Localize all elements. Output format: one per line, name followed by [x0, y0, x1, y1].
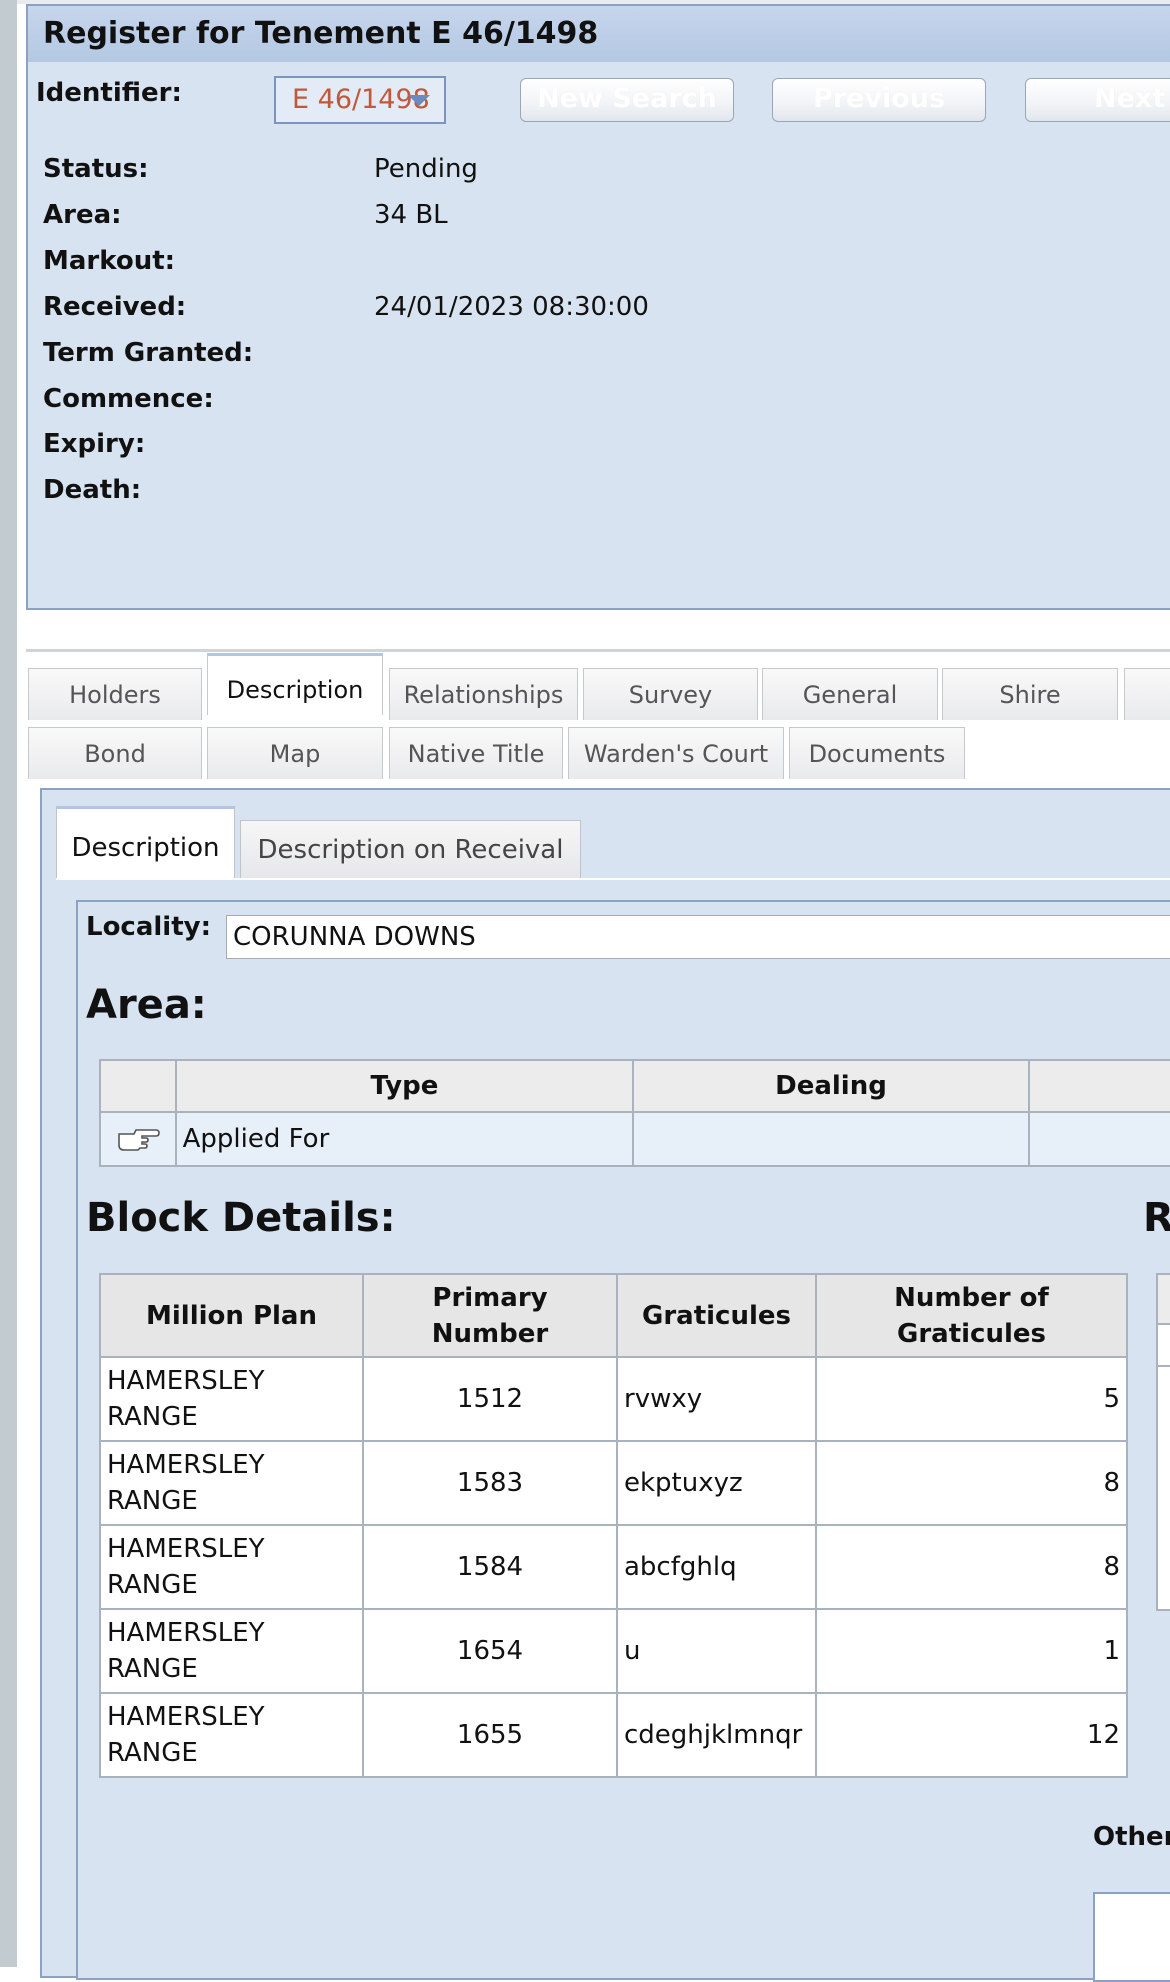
table-row[interactable]: Applied For [99, 1111, 1170, 1167]
status-label: Status: [43, 154, 149, 184]
next-button[interactable]: Next [1025, 78, 1170, 122]
table-row: HAMERSLEY RANGE 1583 ekptuxyz 8 [99, 1440, 1128, 1526]
markout-label: Markout: [43, 246, 176, 276]
primary-number-cell: 1655 [362, 1692, 618, 1778]
graticule-count-cell: 5 [815, 1356, 1128, 1442]
primary-number-header: Primary Number [362, 1273, 618, 1358]
number-of-graticules-header: Number of Graticules [815, 1273, 1128, 1358]
subtab-description-on-receival[interactable]: Description on Receival [240, 820, 581, 878]
tab-overflow[interactable] [1124, 668, 1170, 720]
primary-number-cell: 1654 [362, 1608, 618, 1694]
identifier-dropdown[interactable]: E 46/1498 [274, 76, 446, 124]
table-row: HAMERSLEY RANGE 1654 u 1 [99, 1608, 1128, 1694]
area-value: 34 BL [374, 200, 448, 230]
graticules-cell: cdeghjklmnqr [616, 1692, 817, 1778]
tab-description[interactable]: Description [207, 653, 383, 715]
graticules-cell: rvwxy [616, 1356, 817, 1442]
tab-holders[interactable]: Holders [28, 668, 202, 720]
area-type-header: Type [174, 1059, 635, 1113]
million-plan-cell: HAMERSLEY RANGE [99, 1440, 364, 1526]
table-row: HAMERSLEY RANGE 1512 rvwxy 5 [99, 1356, 1128, 1442]
primary-number-cell: 1584 [362, 1524, 618, 1610]
graticule-count-cell: 12 [815, 1692, 1128, 1778]
previous-button[interactable]: Previous [772, 78, 986, 122]
tab-relationships[interactable]: Relationships [389, 668, 578, 720]
tab-survey[interactable]: Survey [583, 668, 758, 720]
graticules-cell: u [616, 1608, 817, 1694]
area-extra-header [1027, 1059, 1170, 1113]
million-plan-header: Million Plan [99, 1273, 364, 1358]
identifier-label: Identifier: [36, 78, 182, 108]
received-value: 24/01/2023 08:30:00 [374, 292, 649, 322]
subtab-description[interactable]: Description [56, 806, 235, 878]
right-table-row [1158, 1325, 1170, 1367]
million-plan-cell: HAMERSLEY RANGE [99, 1608, 364, 1694]
tab-general[interactable]: General [762, 668, 938, 720]
graticules-cell: abcfghlq [616, 1524, 817, 1610]
tab-strip-divider [26, 649, 1170, 652]
term-granted-label: Term Granted: [43, 338, 254, 368]
tab-native-title[interactable]: Native Title [389, 727, 563, 779]
block-table-header: Million Plan Primary Number Graticules Nu… [99, 1273, 1128, 1358]
pointing-hand-icon [118, 1129, 160, 1152]
block-details-table: Million Plan Primary Number Graticules Nu… [99, 1273, 1128, 1778]
million-plan-cell: HAMERSLEY RANGE [99, 1524, 364, 1610]
tenement-header-panel: Register for Tenement E 46/1498 Identifi… [26, 4, 1170, 610]
expiry-label: Expiry: [43, 429, 146, 459]
new-search-button[interactable]: New Search [520, 78, 734, 122]
table-row: HAMERSLEY RANGE 1584 abcfghlq 8 [99, 1524, 1128, 1610]
table-row: HAMERSLEY RANGE 1655 cdeghjklmnqr 12 [99, 1692, 1128, 1778]
death-label: Death: [43, 475, 142, 505]
tab-bond[interactable]: Bond [28, 727, 202, 779]
area-table: Type Dealing Applied For [99, 1059, 1170, 1167]
tab-shire[interactable]: Shire [942, 668, 1118, 720]
received-label: Received: [43, 292, 187, 322]
graticule-count-cell: 1 [815, 1608, 1128, 1694]
area-type-cell: Applied For [174, 1111, 635, 1167]
locality-field[interactable]: CORUNNA DOWNS [226, 915, 1170, 959]
graticules-header: Graticules [616, 1273, 817, 1358]
status-value: Pending [374, 154, 478, 184]
area-dealing-cell [632, 1111, 1030, 1167]
chevron-down-icon [408, 95, 430, 106]
right-section-title: R [1143, 1195, 1170, 1241]
area-label: Area: [43, 200, 122, 230]
right-table-header [1158, 1275, 1170, 1325]
graticule-count-cell: 8 [815, 1440, 1128, 1526]
area-table-header: Type Dealing [99, 1059, 1170, 1113]
other-textbox[interactable] [1093, 1892, 1170, 1982]
left-edge-strip [0, 0, 17, 1967]
graticule-count-cell: 8 [815, 1524, 1128, 1610]
area-selector-header [99, 1059, 177, 1113]
page-title: Register for Tenement E 46/1498 [28, 6, 1170, 62]
area-dealing-header: Dealing [632, 1059, 1030, 1113]
tab-map[interactable]: Map [207, 727, 383, 779]
graticules-cell: ekptuxyz [616, 1440, 817, 1526]
primary-number-cell: 1512 [362, 1356, 618, 1442]
area-section-title: Area: [86, 982, 207, 1028]
right-side-table-partial [1156, 1273, 1170, 1611]
million-plan-cell: HAMERSLEY RANGE [99, 1356, 364, 1442]
commence-label: Commence: [43, 384, 214, 414]
row-pointer-cell[interactable] [99, 1111, 177, 1167]
million-plan-cell: HAMERSLEY RANGE [99, 1692, 364, 1778]
other-label: Other [1093, 1822, 1170, 1852]
locality-label: Locality: [86, 912, 211, 942]
subtab-divider [56, 878, 1170, 880]
block-details-title: Block Details: [86, 1195, 396, 1241]
area-extra-cell [1027, 1111, 1170, 1167]
primary-number-cell: 1583 [362, 1440, 618, 1526]
tab-documents[interactable]: Documents [789, 727, 965, 779]
tab-wardens-court[interactable]: Warden's Court [568, 727, 784, 779]
